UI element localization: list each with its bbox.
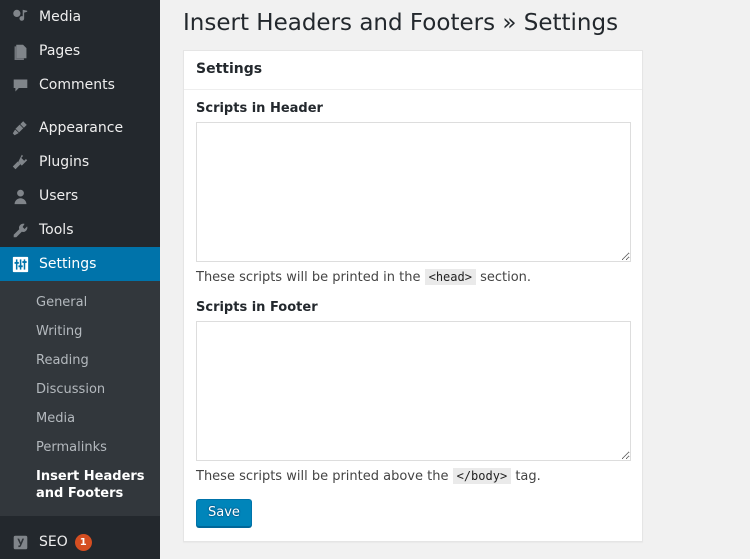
- sidebar-item-label: Comments: [39, 77, 115, 93]
- scripts-in-footer-label: Scripts in Footer: [196, 299, 318, 315]
- settings-submenu: General Writing Reading Discussion Media…: [0, 281, 160, 516]
- sidebar-item-users[interactable]: Users: [0, 179, 160, 213]
- sidebar-item-settings[interactable]: Settings: [0, 247, 160, 281]
- sidebar-item-label: Media: [39, 9, 82, 25]
- settings-box-title: Settings: [184, 51, 642, 90]
- sidebar-item-comments[interactable]: Comments: [0, 68, 160, 102]
- sidebar-item-label: Tools: [39, 222, 74, 238]
- appearance-icon: [10, 118, 30, 138]
- settings-box-body: Scripts in Header These scripts will be …: [184, 90, 642, 541]
- sidebar-item-label: SEO: [39, 534, 68, 550]
- sidebar-item-label: Settings: [39, 256, 97, 272]
- submenu-item-insert-headers-and-footers[interactable]: Insert Headers and Footers: [0, 462, 160, 508]
- save-button[interactable]: Save: [196, 498, 252, 527]
- sidebar-item-label: Users: [39, 188, 79, 204]
- scripts-in-header-label: Scripts in Header: [196, 100, 323, 116]
- yoast-seo-icon: [10, 532, 30, 552]
- seo-menu-section: SEO 1: [0, 516, 160, 559]
- scripts-in-footer-input[interactable]: [196, 320, 631, 461]
- submenu-item-general[interactable]: General: [0, 288, 160, 317]
- help-text-after: section.: [480, 269, 532, 285]
- submenu-item-discussion[interactable]: Discussion: [0, 375, 160, 404]
- sidebar-item-tools[interactable]: Tools: [0, 213, 160, 247]
- submenu-item-media[interactable]: Media: [0, 404, 160, 433]
- submenu-item-permalinks[interactable]: Permalinks: [0, 433, 160, 462]
- help-text-before: These scripts will be printed above the: [196, 468, 449, 484]
- settings-icon: [10, 254, 30, 274]
- sidebar-item-pages[interactable]: Pages: [0, 34, 160, 68]
- admin-sidebar: Media Pages Comments Appearance Plugins …: [0, 0, 160, 559]
- sidebar-item-label: Pages: [39, 43, 81, 59]
- users-icon: [10, 186, 30, 206]
- help-text-after: tag.: [515, 468, 541, 484]
- settings-postbox: Settings Scripts in Header These scripts…: [183, 50, 643, 542]
- plugins-icon: [10, 152, 30, 172]
- page-title: Insert Headers and Footers » Settings: [183, 10, 619, 36]
- media-icon: [10, 7, 30, 27]
- body-tag-code: </body>: [452, 467, 512, 484]
- sidebar-item-plugins[interactable]: Plugins: [0, 145, 160, 179]
- submenu-item-reading[interactable]: Reading: [0, 346, 160, 375]
- pages-icon: [10, 41, 30, 61]
- tools-icon: [10, 220, 30, 240]
- submenu-item-writing[interactable]: Writing: [0, 317, 160, 346]
- sidebar-item-appearance[interactable]: Appearance: [0, 111, 160, 145]
- sidebar-separator: [0, 102, 160, 111]
- wordpress-admin-screen: Media Pages Comments Appearance Plugins …: [0, 0, 750, 559]
- comments-icon: [10, 75, 30, 95]
- sidebar-separator-2: [0, 516, 160, 525]
- sidebar-item-seo[interactable]: SEO 1: [0, 525, 160, 559]
- sidebar-item-label: Appearance: [39, 120, 124, 136]
- scripts-in-header-help: These scripts will be printed in the <he…: [196, 268, 630, 286]
- scripts-in-footer-help: These scripts will be printed above the …: [196, 467, 630, 485]
- admin-content-area: Insert Headers and Footers » Settings Se…: [160, 0, 750, 559]
- scripts-in-header-input[interactable]: [196, 121, 631, 262]
- seo-update-badge: 1: [74, 533, 92, 551]
- sidebar-item-media[interactable]: Media: [0, 0, 160, 34]
- help-text-before: These scripts will be printed in the: [196, 269, 421, 285]
- sidebar-item-label: Plugins: [39, 154, 90, 170]
- head-tag-code: <head>: [424, 268, 476, 285]
